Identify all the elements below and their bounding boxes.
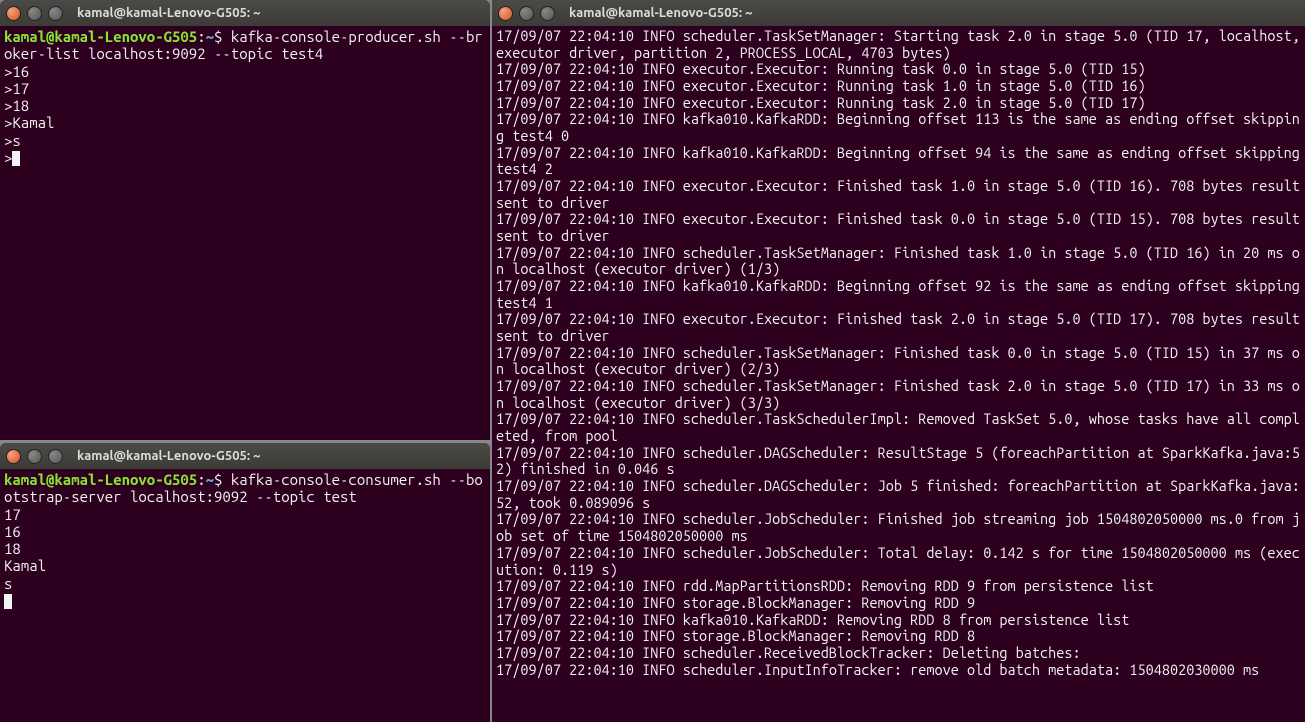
log-line: 17/09/07 22:04:10 INFO executor.Executor…: [496, 95, 1301, 112]
terminal-consumer[interactable]: kamal@kamal-Lenovo-G505: ~ kamal@kamal-L…: [0, 443, 490, 722]
window-title: kamal@kamal-Lenovo-G505: ~: [569, 6, 752, 20]
log-line: 17/09/07 22:04:10 INFO executor.Executor…: [496, 178, 1301, 211]
log-line: 17/09/07 22:04:10 INFO storage.BlockMana…: [496, 628, 1301, 645]
prompt-user: kamal@kamal-Lenovo-G505: [4, 28, 197, 45]
terminal-body[interactable]: kamal@kamal-Lenovo-G505:~$ kafka-console…: [0, 469, 490, 722]
close-icon[interactable]: [6, 6, 21, 21]
log-line: 17/09/07 22:04:10 INFO rdd.MapPartitions…: [496, 578, 1301, 595]
window-title: kamal@kamal-Lenovo-G505: ~: [77, 6, 260, 20]
output-line: 17: [4, 506, 21, 523]
log-line: 17/09/07 22:04:10 INFO scheduler.JobSche…: [496, 545, 1301, 578]
output-line: s: [4, 575, 12, 592]
titlebar[interactable]: kamal@kamal-Lenovo-G505: ~: [0, 0, 490, 26]
minimize-icon[interactable]: [27, 449, 42, 464]
close-icon[interactable]: [498, 6, 513, 21]
minimize-icon[interactable]: [27, 6, 42, 21]
log-line: 17/09/07 22:04:10 INFO kafka010.KafkaRDD…: [496, 111, 1301, 144]
log-line: 17/09/07 22:04:10 INFO scheduler.TaskSet…: [496, 245, 1301, 278]
output-line: >: [4, 149, 12, 166]
output-line: 16: [4, 523, 21, 540]
log-line: 17/09/07 22:04:10 INFO scheduler.JobSche…: [496, 511, 1301, 544]
log-line: 17/09/07 22:04:10 INFO scheduler.TaskSch…: [496, 411, 1301, 444]
maximize-icon[interactable]: [540, 6, 555, 21]
log-line: 17/09/07 22:04:10 INFO scheduler.DAGSche…: [496, 478, 1301, 511]
output-line: >Kamal: [4, 114, 54, 131]
prompt-path: ~: [206, 471, 214, 488]
titlebar[interactable]: kamal@kamal-Lenovo-G505: ~: [492, 0, 1305, 26]
log-line: 17/09/07 22:04:10 INFO scheduler.Receive…: [496, 645, 1301, 662]
output-line: >16: [4, 63, 29, 80]
log-line: 17/09/07 22:04:10 INFO kafka010.KafkaRDD…: [496, 278, 1301, 311]
minimize-icon[interactable]: [519, 6, 534, 21]
prompt-path: ~: [206, 28, 214, 45]
cursor-icon: [12, 151, 20, 166]
cursor-icon: [4, 594, 12, 609]
log-line: 17/09/07 22:04:10 INFO scheduler.InputIn…: [496, 662, 1301, 679]
maximize-icon[interactable]: [48, 6, 63, 21]
titlebar[interactable]: kamal@kamal-Lenovo-G505: ~: [0, 443, 490, 469]
terminal-producer[interactable]: kamal@kamal-Lenovo-G505: ~ kamal@kamal-L…: [0, 0, 490, 440]
prompt-user: kamal@kamal-Lenovo-G505: [4, 471, 197, 488]
terminal-body[interactable]: 17/09/07 22:04:10 INFO scheduler.TaskSet…: [492, 26, 1305, 722]
log-line: 17/09/07 22:04:10 INFO scheduler.TaskSet…: [496, 28, 1301, 61]
log-line: 17/09/07 22:04:10 INFO executor.Executor…: [496, 61, 1301, 78]
log-line: 17/09/07 22:04:10 INFO executor.Executor…: [496, 311, 1301, 344]
log-line: 17/09/07 22:04:10 INFO executor.Executor…: [496, 211, 1301, 244]
window-title: kamal@kamal-Lenovo-G505: ~: [77, 449, 260, 463]
maximize-icon[interactable]: [48, 449, 63, 464]
log-line: 17/09/07 22:04:10 INFO kafka010.KafkaRDD…: [496, 145, 1301, 178]
output-line: >17: [4, 80, 29, 97]
close-icon[interactable]: [6, 449, 21, 464]
log-line: 17/09/07 22:04:10 INFO scheduler.DAGSche…: [496, 445, 1301, 478]
terminal-body[interactable]: kamal@kamal-Lenovo-G505:~$ kafka-console…: [0, 26, 490, 440]
log-line: 17/09/07 22:04:10 INFO scheduler.TaskSet…: [496, 378, 1301, 411]
output-line: Kamal: [4, 557, 46, 574]
output-line: >18: [4, 97, 29, 114]
log-line: 17/09/07 22:04:10 INFO scheduler.TaskSet…: [496, 345, 1301, 378]
output-line: 18: [4, 540, 21, 557]
log-line: 17/09/07 22:04:10 INFO executor.Executor…: [496, 78, 1301, 95]
terminal-spark-log[interactable]: kamal@kamal-Lenovo-G505: ~ 17/09/07 22:0…: [492, 0, 1305, 722]
log-line: 17/09/07 22:04:10 INFO storage.BlockMana…: [496, 595, 1301, 612]
log-line: 17/09/07 22:04:10 INFO kafka010.KafkaRDD…: [496, 612, 1301, 629]
output-line: >s: [4, 132, 21, 149]
